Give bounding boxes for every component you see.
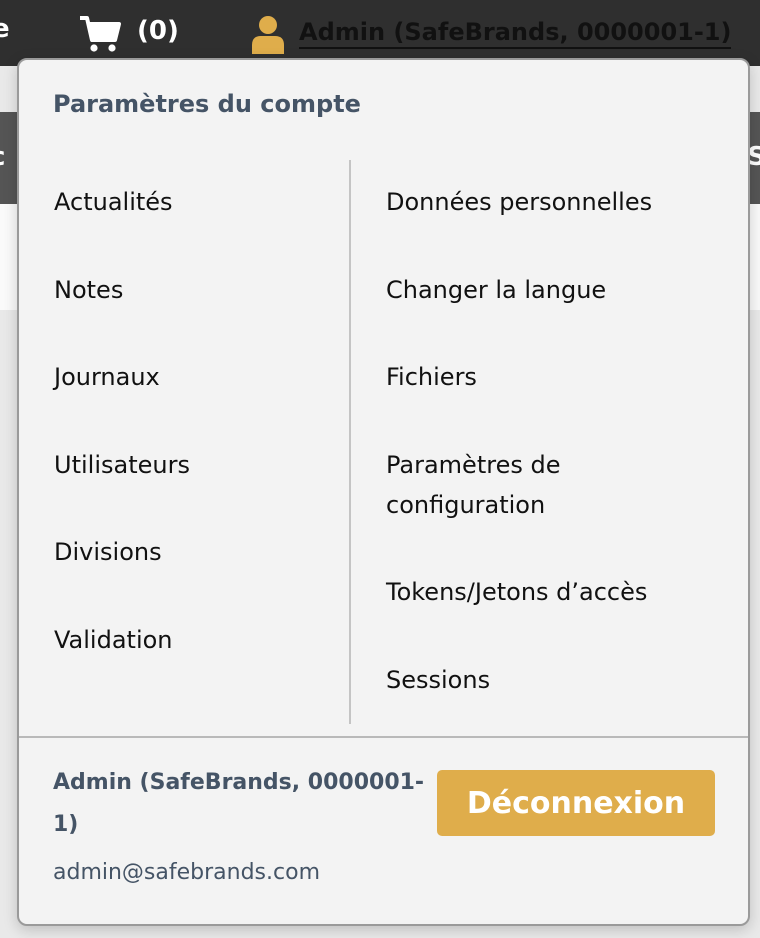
menu-item-sessions[interactable]: Sessions [386,660,716,700]
user-menu-link[interactable]: Admin (SafeBrands, 0000001-1) [299,17,732,49]
menu-item-notes[interactable]: Notes [54,270,123,310]
footer-user-name: Admin (SafeBrands, 0000001-1) [53,770,425,837]
footer-user-email: admin@safebrands.com [53,860,320,885]
logout-button[interactable]: Déconnexion [437,770,715,836]
menu-item-journaux[interactable]: Journaux [54,357,160,397]
menu-item-utilisateurs[interactable]: Utilisateurs [54,445,190,485]
column-divider [349,160,351,724]
menu-item-divisions[interactable]: Divisions [54,532,162,572]
dropdown-title: Paramètres du compte [53,90,361,118]
cart-count[interactable]: (0) [137,16,179,46]
menu-item-tokens[interactable]: Tokens/Jetons d’accès [386,572,716,612]
menu-item-validation[interactable]: Validation [54,620,173,660]
menu-item-donnees-personnelles[interactable]: Données personnelles [386,182,716,222]
menu-item-actualites[interactable]: Actualités [54,182,173,222]
nav-item-fragment[interactable]: e [0,14,10,44]
account-settings-dropdown: Paramètres du compte Actualités Notes Jo… [17,58,750,926]
user-icon [252,16,284,54]
menu-item-changer-langue[interactable]: Changer la langue [386,270,716,310]
footer-divider [19,736,748,738]
menu-item-fichiers[interactable]: Fichiers [386,357,716,397]
cart-icon[interactable] [78,14,122,54]
menu-item-parametres-configuration[interactable]: Paramètres de configuration [386,445,626,525]
secondary-nav-fragment-left[interactable]: c [0,142,5,172]
top-navigation-bar: e (0) Admin (SafeBrands, 0000001-1) [0,0,760,66]
